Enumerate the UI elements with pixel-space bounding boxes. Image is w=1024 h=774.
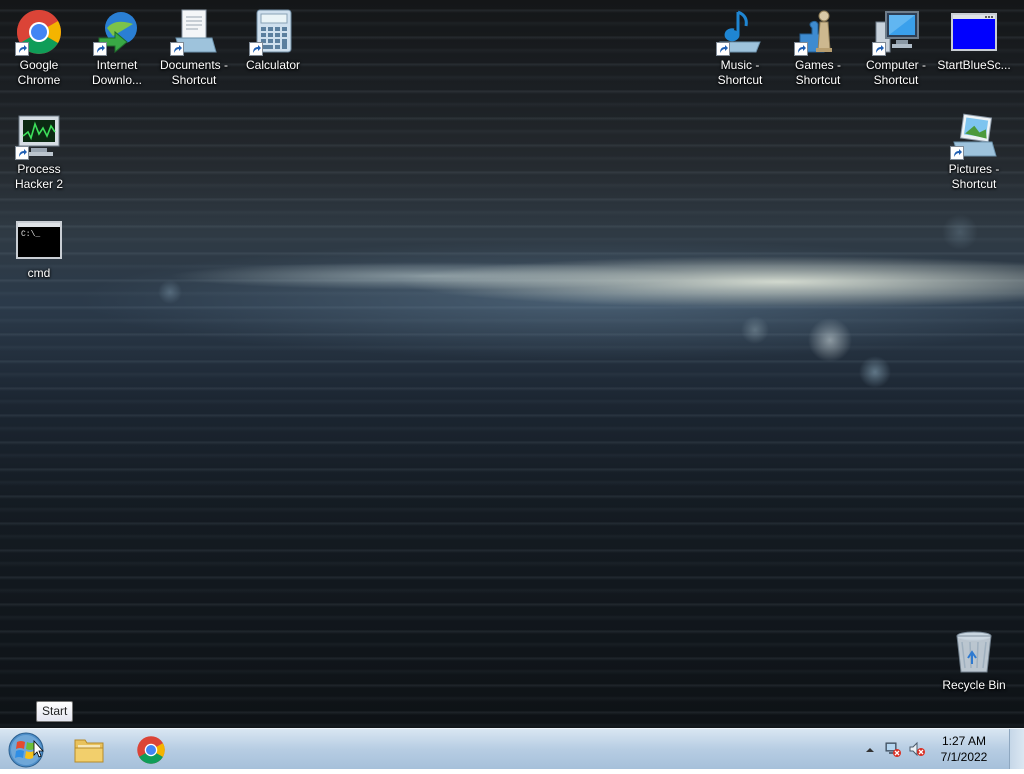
shortcut-arrow-icon: [950, 146, 964, 160]
volume-muted-icon[interactable]: [908, 740, 926, 758]
start-button[interactable]: [6, 731, 46, 769]
process-hacker-icon: [15, 112, 63, 160]
desktop-icon-google-chrome[interactable]: Google Chrome: [1, 2, 77, 88]
svg-text:C:\_: C:\_: [21, 230, 40, 239]
windows-orb-icon: [8, 732, 44, 768]
desktop-icon-startbluescreen[interactable]: StartBlueSc...: [936, 2, 1012, 73]
shortcut-arrow-icon: [872, 42, 886, 56]
blue-screen-icon: [950, 8, 998, 56]
desktop-icon-music-shortcut[interactable]: Music - Shortcut: [702, 2, 778, 88]
shortcut-arrow-icon: [15, 42, 29, 56]
desktop-icon-process-hacker-2[interactable]: Process Hacker 2: [1, 106, 77, 192]
taskbar-google-chrome-button[interactable]: [122, 731, 180, 769]
notification-area: 1:27 AM 7/1/2022: [864, 729, 1024, 769]
desktop-icon-label: Internet Downlo...: [91, 58, 143, 87]
shortcut-arrow-icon: [716, 42, 730, 56]
desktop-icon-label: Music - Shortcut: [717, 58, 763, 87]
desktop-icon-internet-download-manager[interactable]: Internet Downlo...: [79, 2, 155, 88]
computer-icon: [872, 8, 920, 56]
shortcut-arrow-icon: [249, 42, 263, 56]
desktop[interactable]: Google Chrome Internet Downlo... Documen…: [0, 0, 1024, 728]
desktop-icon-pictures-shortcut[interactable]: Pictures - Shortcut: [936, 106, 1012, 192]
internet-download-manager-icon: [93, 8, 141, 56]
music-icon: [716, 8, 764, 56]
desktop-icon-cmd[interactable]: C:\_ cmd: [1, 210, 77, 281]
desktop-icon-documents-shortcut[interactable]: Documents - Shortcut: [156, 2, 232, 88]
chrome-icon: [137, 736, 165, 764]
pictures-icon: [950, 112, 998, 160]
desktop-icon-label: Calculator: [245, 58, 301, 72]
recycle-bin-icon: [950, 628, 998, 676]
desktop-icon-label: Pictures - Shortcut: [948, 162, 1000, 191]
games-icon: [794, 8, 842, 56]
desktop-icon-label: Games - Shortcut: [794, 58, 841, 87]
desktop-icon-recycle-bin[interactable]: Recycle Bin: [936, 622, 1012, 693]
shortcut-arrow-icon: [794, 42, 808, 56]
clock-date: 7/1/2022: [940, 750, 988, 764]
desktop-icon-computer-shortcut[interactable]: Computer - Shortcut: [858, 2, 934, 88]
desktop-icon-label: Documents - Shortcut: [159, 58, 229, 87]
network-error-icon[interactable]: [884, 740, 902, 758]
desktop-icon-games-shortcut[interactable]: Games - Shortcut: [780, 2, 856, 88]
desktop-icon-label: Computer - Shortcut: [865, 58, 927, 87]
show-hidden-icons-arrow[interactable]: [864, 743, 876, 755]
clock-time: 1:27 AM: [941, 734, 987, 748]
desktop-icon-label: Process Hacker 2: [14, 162, 64, 191]
show-desktop-button[interactable]: [1009, 729, 1024, 769]
desktop-icon-label: Google Chrome: [17, 58, 61, 87]
start-tooltip: Start: [36, 701, 74, 722]
desktop-icon-calculator[interactable]: Calculator: [235, 2, 311, 73]
taskbar-windows-explorer-button[interactable]: [60, 731, 118, 769]
shortcut-arrow-icon: [93, 42, 107, 56]
folder-icon: [74, 739, 104, 763]
desktop-icon-label: cmd: [27, 266, 51, 280]
calculator-icon: [249, 8, 297, 56]
shortcut-arrow-icon: [15, 146, 29, 160]
cmd-icon: C:\_: [15, 216, 63, 264]
documents-icon: [170, 8, 218, 56]
clock[interactable]: 1:27 AM 7/1/2022: [932, 733, 996, 765]
taskbar: 1:27 AM 7/1/2022: [0, 728, 1024, 769]
shortcut-arrow-icon: [170, 42, 184, 56]
desktop-icon-label: StartBlueSc...: [937, 58, 1011, 72]
desktop-icon-label: Recycle Bin: [942, 678, 1006, 692]
chrome-icon: [15, 8, 63, 56]
